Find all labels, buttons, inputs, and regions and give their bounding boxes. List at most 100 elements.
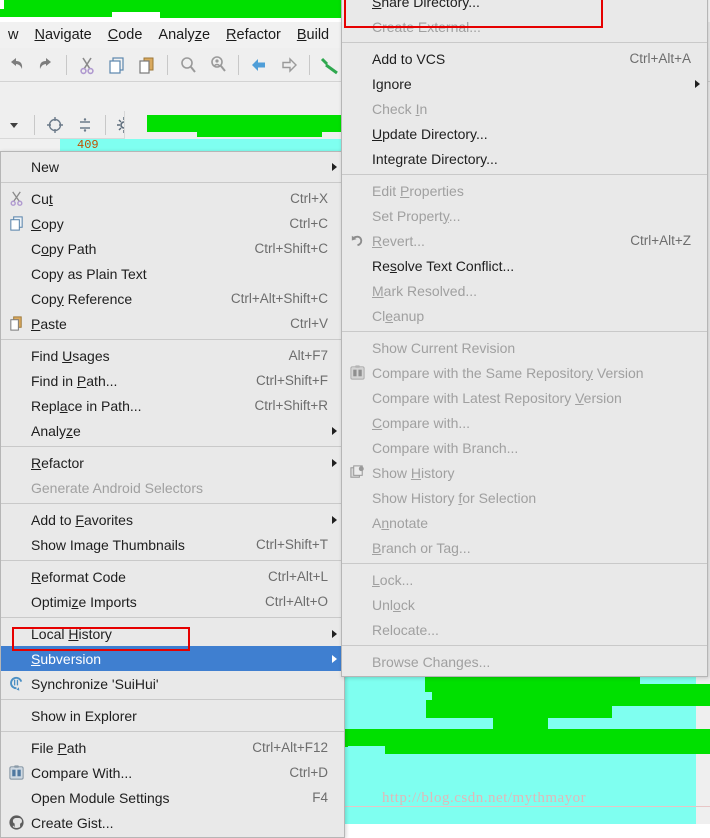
menu-item-accelerator: Ctrl+Alt+F12 <box>252 740 328 755</box>
menu-separator <box>342 42 707 43</box>
menu-item-show-in-explorer[interactable]: Show in Explorer <box>1 703 344 728</box>
search-icon[interactable] <box>174 51 202 79</box>
menu-item-icon <box>342 649 372 674</box>
menu-item-label: File Path <box>31 739 87 756</box>
toolbar-separator-2 <box>167 54 168 75</box>
subversion-submenu[interactable]: Share Directory... Create External... Ad… <box>341 0 708 677</box>
menu-item-reformat-code[interactable]: Reformat Code Ctrl+Alt+L <box>1 564 344 589</box>
menu-item-show-image-thumbnails[interactable]: Show Image Thumbnails Ctrl+Shift+T <box>1 532 344 557</box>
menu-item-icon <box>342 278 372 303</box>
forward-icon[interactable] <box>275 51 303 79</box>
redo-icon[interactable] <box>32 51 60 79</box>
menu-item-label: Generate Android Selectors <box>31 479 203 496</box>
submenu-item-resolve-text-conflict[interactable]: Resolve Text Conflict... <box>342 253 707 278</box>
expand-collapse-icon[interactable] <box>71 111 99 139</box>
menu-separator <box>1 503 344 504</box>
menu-item-add-to-favorites[interactable]: Add to Favorites <box>1 507 344 532</box>
copy-icon[interactable] <box>103 51 131 79</box>
menubar-item-code[interactable]: Code <box>100 25 151 45</box>
menu-item-paste[interactable]: Paste Ctrl+V <box>1 311 344 336</box>
submenu-item-edit-properties: Edit Properties <box>342 178 707 203</box>
toolbar-separator-4 <box>309 54 310 75</box>
menu-item-icon <box>1 589 31 614</box>
menu-item-find-usages[interactable]: Find Usages Alt+F7 <box>1 343 344 368</box>
menu-item-icon <box>342 178 372 203</box>
menu-item-synchronize[interactable]: Synchronize 'SuiHui' <box>1 671 344 696</box>
paste-icon[interactable] <box>133 51 161 79</box>
target-icon[interactable] <box>41 111 69 139</box>
submenu-item-update-directory[interactable]: Update Directory... <box>342 121 707 146</box>
menu-item-create-gist[interactable]: Create Gist... <box>1 810 344 835</box>
menu-item-label: Show Image Thumbnails <box>31 536 185 553</box>
menu-separator <box>342 563 707 564</box>
menubar-item-navigate[interactable]: Navigate <box>26 25 99 45</box>
menubar-item-view[interactable]: w <box>0 25 26 45</box>
menu-item-copy-reference[interactable]: Copy Reference Ctrl+Alt+Shift+C <box>1 286 344 311</box>
menu-item-copy-path[interactable]: Copy Path Ctrl+Shift+C <box>1 236 344 261</box>
menu-item-label: Add to VCS <box>372 50 446 67</box>
copy-icon <box>1 211 31 236</box>
menu-item-refactor[interactable]: Refactor <box>1 450 344 475</box>
menu-item-subversion[interactable]: Subversion <box>1 646 344 671</box>
back-icon[interactable] <box>245 51 273 79</box>
cut-icon[interactable] <box>73 51 101 79</box>
menu-item-label: Paste <box>31 315 67 332</box>
submenu-item-share-directory[interactable]: Share Directory... <box>342 0 707 14</box>
menu-item-label: Copy <box>31 215 64 232</box>
menu-item-label: Cleanup <box>372 307 425 324</box>
menu-item-label: Optimize Imports <box>31 593 137 610</box>
menu-item-icon <box>1 646 31 671</box>
chevron-right-icon <box>332 426 337 435</box>
menu-item-copy[interactable]: Copy Ctrl+C <box>1 211 344 236</box>
show-history-icon <box>342 460 372 485</box>
undo-icon[interactable] <box>2 51 30 79</box>
menu-item-icon <box>342 592 372 617</box>
menu-item-new[interactable]: New <box>1 154 344 179</box>
menu-item-file-path[interactable]: File Path Ctrl+Alt+F12 <box>1 735 344 760</box>
menu-item-find-in-path[interactable]: Find in Path... Ctrl+Shift+F <box>1 368 344 393</box>
menu-item-label: Edit Properties <box>372 182 464 199</box>
navbar-separator-2 <box>105 114 106 135</box>
submenu-item-mark-resolved: Mark Resolved... <box>342 278 707 303</box>
chevron-down-icon[interactable] <box>0 111 28 139</box>
menu-item-local-history[interactable]: Local History <box>1 621 344 646</box>
menu-item-label: Synchronize 'SuiHui' <box>31 675 159 692</box>
menu-item-label: Compare with Latest Repository Version <box>372 389 622 406</box>
menu-separator <box>1 182 344 183</box>
submenu-item-add-to-vcs[interactable]: Add to VCS Ctrl+Alt+A <box>342 46 707 71</box>
menu-item-accelerator: Ctrl+D <box>289 765 328 780</box>
menu-item-icon <box>342 535 372 560</box>
menu-item-icon <box>342 253 372 278</box>
menubar-item-analyze[interactable]: Analyze <box>150 25 218 45</box>
menu-item-icon <box>342 567 372 592</box>
menu-item-label: Analyze <box>31 422 81 439</box>
menu-item-compare-with[interactable]: Compare With... Ctrl+D <box>1 760 344 785</box>
menu-item-cut[interactable]: Cut Ctrl+X <box>1 186 344 211</box>
menu-item-accelerator: Ctrl+Alt+A <box>629 51 691 66</box>
menu-item-copy-as-plain-text[interactable]: Copy as Plain Text <box>1 261 344 286</box>
redaction-overlay-code-6 <box>493 690 548 750</box>
menu-item-label: Compare with Branch... <box>372 439 519 456</box>
submenu-item-annotate: Annotate <box>342 510 707 535</box>
menu-item-open-module-settings[interactable]: Open Module Settings F4 <box>1 785 344 810</box>
menu-item-icon <box>1 735 31 760</box>
menu-item-optimize-imports[interactable]: Optimize Imports Ctrl+Alt+O <box>1 589 344 614</box>
menu-item-accelerator: Ctrl+Shift+T <box>255 537 328 552</box>
editor-context-menu[interactable]: New Cut Ctrl+X Copy Ctrl+C Copy Path Ctr… <box>0 151 345 838</box>
menu-item-label: Update Directory... <box>372 125 488 142</box>
menu-item-replace-in-path[interactable]: Replace in Path... Ctrl+Shift+R <box>1 393 344 418</box>
editor-line-number: 409 <box>77 138 99 152</box>
menu-item-label: Subversion <box>31 650 102 667</box>
submenu-item-ignore[interactable]: Ignore <box>342 71 707 96</box>
build-hammer-icon[interactable] <box>316 51 344 79</box>
submenu-item-revert: Revert... Ctrl+Alt+Z <box>342 228 707 253</box>
menubar-item-refactor[interactable]: Refactor <box>218 25 289 45</box>
find-usages-icon[interactable] <box>204 51 232 79</box>
menu-item-label: New <box>31 158 60 175</box>
menu-item-accelerator: Ctrl+V <box>290 316 328 331</box>
menu-item-icon <box>342 46 372 71</box>
menubar-item-build[interactable]: Build <box>289 25 337 45</box>
menu-item-analyze[interactable]: Analyze <box>1 418 344 443</box>
submenu-item-integrate-directory[interactable]: Integrate Directory... <box>342 146 707 171</box>
chevron-right-icon <box>332 629 337 638</box>
